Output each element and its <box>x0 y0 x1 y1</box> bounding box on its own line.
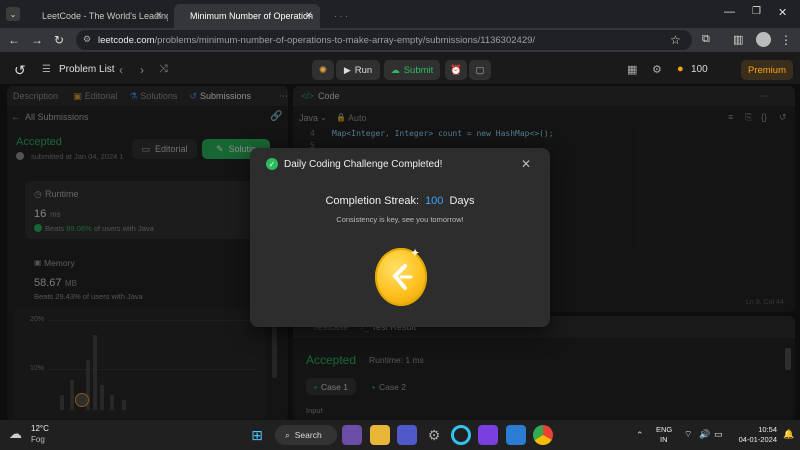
modal-subtitle: Consistency is key, see you tomorrow! <box>336 215 464 224</box>
input-lang-2[interactable]: IN <box>660 435 668 444</box>
extensions-icon[interactable]: ⧉ <box>702 33 710 46</box>
cloud-upload-icon: ☁ <box>390 64 400 75</box>
site-info-icon[interactable]: ⚙ <box>83 34 91 45</box>
problem-list-icon: ☰ <box>42 64 51 75</box>
next-problem-icon[interactable]: › <box>140 63 144 77</box>
address-bar[interactable]: ⚙ leetcode.com/problems/minimum-number-o… <box>76 30 692 50</box>
close-tab-icon[interactable]: ✕ <box>305 10 313 21</box>
side-panel-icon[interactable]: ▥ <box>733 33 743 46</box>
run-button[interactable]: ▶ Run <box>336 60 380 80</box>
tab-title: · · · <box>334 11 348 21</box>
chrome-icon[interactable] <box>533 425 553 445</box>
streak-line: Completion Streak: 100 Days <box>250 195 550 207</box>
url-host: leetcode.com <box>98 34 155 46</box>
modal-close-icon[interactable]: ✕ <box>521 157 531 171</box>
premium-button[interactable]: Premium <box>741 60 793 80</box>
alarm-icon: ⏰ <box>450 64 462 76</box>
back-icon[interactable]: ← <box>8 33 20 47</box>
run-label: Run <box>354 64 373 76</box>
clock-time[interactable]: 10:54 <box>737 425 777 434</box>
modal-title: Daily Coding Challenge Completed! <box>284 159 443 170</box>
coin-count[interactable]: 100 <box>691 64 708 75</box>
sparkle-icon: ✦ <box>410 246 421 260</box>
tab-search-icon[interactable]: ⌄ <box>6 7 20 21</box>
weather-condition[interactable]: Fog <box>31 435 45 444</box>
cortana-icon[interactable] <box>451 425 471 445</box>
maximize-icon[interactable]: ❐ <box>752 6 761 17</box>
taskbar-search[interactable]: ⌕ Search <box>275 425 337 445</box>
problem-list-link[interactable]: Problem List <box>59 64 115 75</box>
note-icon: ▢ <box>475 64 485 76</box>
submit-label: Submit <box>403 64 434 76</box>
tab-title: Minimum Number of Operation <box>190 11 314 21</box>
notes-button[interactable]: ▢ <box>469 60 491 80</box>
search-icon: ⌕ <box>285 429 290 440</box>
bug-icon: ✺ <box>319 64 327 76</box>
prev-problem-icon[interactable]: ‹ <box>119 63 123 77</box>
leetcode-logo-icon[interactable]: ↺ <box>14 62 26 79</box>
weather-fog-icon: ☁ <box>9 426 22 441</box>
timer-button[interactable]: ⏰ <box>445 60 467 80</box>
minimize-icon[interactable]: — <box>724 6 735 18</box>
forward-icon[interactable]: → <box>31 33 43 47</box>
close-tab-icon[interactable]: ✕ <box>155 10 163 21</box>
streak-label: Completion Streak: <box>325 195 419 207</box>
widgets-icon[interactable] <box>342 425 362 445</box>
input-lang-1[interactable]: ENG <box>656 425 672 434</box>
show-hidden-icons[interactable]: ⌃ <box>636 430 644 441</box>
battery-icon[interactable]: ▭ <box>714 429 723 440</box>
url-path: /problems/minimum-number-of-operations-t… <box>154 34 536 46</box>
search-label: Search <box>294 430 322 440</box>
wifi-icon[interactable]: ⌔ <box>684 429 692 440</box>
volume-icon[interactable]: 🔊 <box>699 429 710 440</box>
teams-icon[interactable] <box>397 425 417 445</box>
browser-tab-problem[interactable]: Minimum Number of Operation <box>174 4 320 28</box>
vscode-icon[interactable] <box>506 425 526 445</box>
coin-fire-icon: ● <box>677 63 684 75</box>
reload-icon[interactable]: ↻ <box>54 33 64 47</box>
submit-button[interactable]: ☁ Submit <box>384 60 440 80</box>
streak-unit: Days <box>449 195 475 207</box>
notifications-icon[interactable]: 🔔 <box>783 429 794 440</box>
debug-button[interactable]: ✺ <box>312 60 334 80</box>
clock-date[interactable]: 04-01-2024 <box>732 435 777 444</box>
streak-value: 100 <box>425 195 444 207</box>
app-icon[interactable] <box>478 425 498 445</box>
premium-label: Premium <box>747 64 786 76</box>
bookmark-star-icon[interactable]: ☆ <box>670 33 681 47</box>
settings-app-icon[interactable]: ⚙ <box>424 425 444 445</box>
temperature[interactable]: 12°C <box>31 424 49 433</box>
shuffle-icon[interactable]: ⤨ <box>159 63 168 76</box>
profile-avatar[interactable] <box>756 32 771 47</box>
tab-title: LeetCode - The World's Leading <box>42 11 168 21</box>
check-circle-icon: ✓ <box>266 158 278 170</box>
settings-gear-icon[interactable]: ⚙ <box>652 63 662 76</box>
play-icon: ▶ <box>343 64 351 75</box>
browser-tab-other[interactable]: · · · <box>326 4 396 28</box>
windows-start-icon[interactable]: ⊞ <box>247 425 267 445</box>
window-close-icon[interactable]: ✕ <box>778 6 787 19</box>
menu-kebab-icon[interactable]: ⋮ <box>780 33 792 47</box>
browser-tab-leetcode[interactable]: LeetCode - The World's Leading <box>26 4 168 28</box>
file-explorer-icon[interactable] <box>370 425 390 445</box>
layout-grid-icon[interactable]: ▦ <box>627 63 637 76</box>
